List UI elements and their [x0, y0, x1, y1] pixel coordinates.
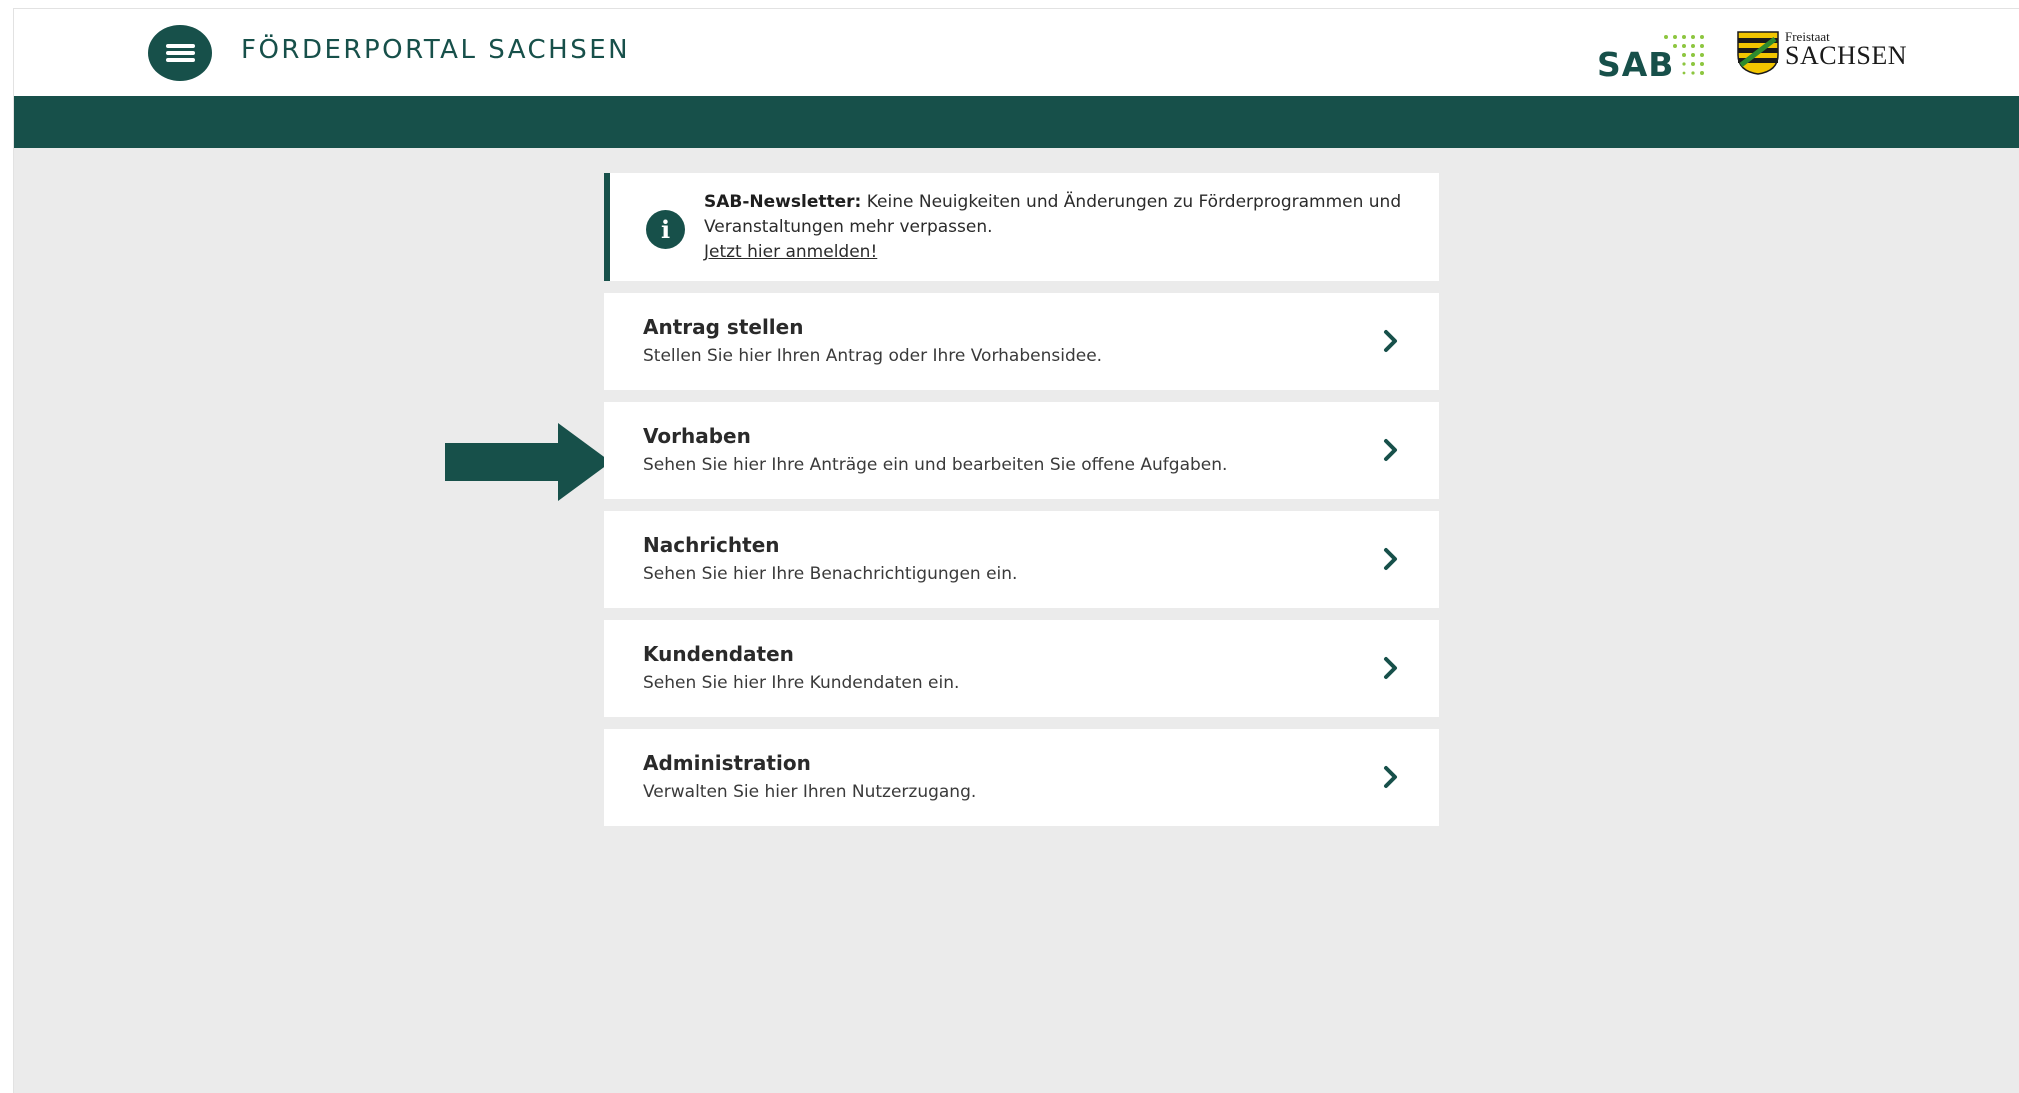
newsletter-signup-link[interactable]: Jetzt hier anmelden! — [704, 240, 877, 265]
card-description: Verwalten Sie hier Ihren Nutzerzugang. — [643, 782, 977, 802]
card-description: Sehen Sie hier Ihre Anträge ein und bear… — [643, 455, 1228, 475]
portal-title[interactable]: FÖRDERPORTAL SACHSEN — [241, 35, 630, 65]
card-administration[interactable]: Administration Verwalten Sie hier Ihren … — [604, 729, 1439, 826]
card-nachrichten[interactable]: Nachrichten Sehen Sie hier Ihre Benachri… — [604, 511, 1439, 608]
page-frame: FÖRDERPORTAL SACHSEN SAB Freistaat SACHS… — [13, 8, 2019, 1093]
site-header: FÖRDERPORTAL SACHSEN SAB Freistaat SACHS… — [14, 9, 2019, 96]
newsletter-text: SAB-Newsletter: Keine Neuigkeiten und Än… — [704, 190, 1424, 265]
chevron-right-icon — [1384, 657, 1397, 679]
card-description: Sehen Sie hier Ihre Benachrichtigungen e… — [643, 564, 1018, 584]
header-band — [14, 96, 2019, 148]
menu-bar — [166, 51, 195, 55]
card-title: Nachrichten — [643, 533, 780, 557]
card-title: Kundendaten — [643, 642, 794, 666]
sab-dots-icon — [1664, 35, 1704, 75]
card-title: Administration — [643, 751, 811, 775]
chevron-right-icon — [1384, 548, 1397, 570]
card-antrag-stellen[interactable]: Antrag stellen Stellen Sie hier Ihren An… — [604, 293, 1439, 390]
freistaat-sachsen-logo[interactable]: Freistaat SACHSEN — [1737, 29, 1907, 79]
info-icon: i — [646, 210, 685, 249]
chevron-right-icon — [1384, 766, 1397, 788]
sab-logo[interactable]: SAB — [1597, 27, 1707, 87]
card-description: Stellen Sie hier Ihren Antrag oder Ihre … — [643, 346, 1103, 366]
sachsen-coat-of-arms-icon — [1737, 31, 1779, 75]
sachsen-logo-name: SACHSEN — [1785, 41, 1907, 70]
card-vorhaben[interactable]: Vorhaben Sehen Sie hier Ihre Anträge ein… — [604, 402, 1439, 499]
newsletter-label: SAB-Newsletter: — [704, 192, 862, 212]
menu-bar — [166, 44, 195, 48]
right-arrow-icon — [445, 423, 611, 501]
card-title: Antrag stellen — [643, 315, 804, 339]
chevron-right-icon — [1384, 330, 1397, 352]
chevron-right-icon — [1384, 439, 1397, 461]
newsletter-banner: i SAB-Newsletter: Keine Neuigkeiten und … — [604, 173, 1439, 281]
card-title: Vorhaben — [643, 424, 751, 448]
hamburger-menu-icon[interactable] — [148, 25, 212, 81]
card-kundendaten[interactable]: Kundendaten Sehen Sie hier Ihre Kundenda… — [604, 620, 1439, 717]
card-description: Sehen Sie hier Ihre Kundendaten ein. — [643, 673, 960, 693]
menu-bar — [166, 58, 195, 62]
